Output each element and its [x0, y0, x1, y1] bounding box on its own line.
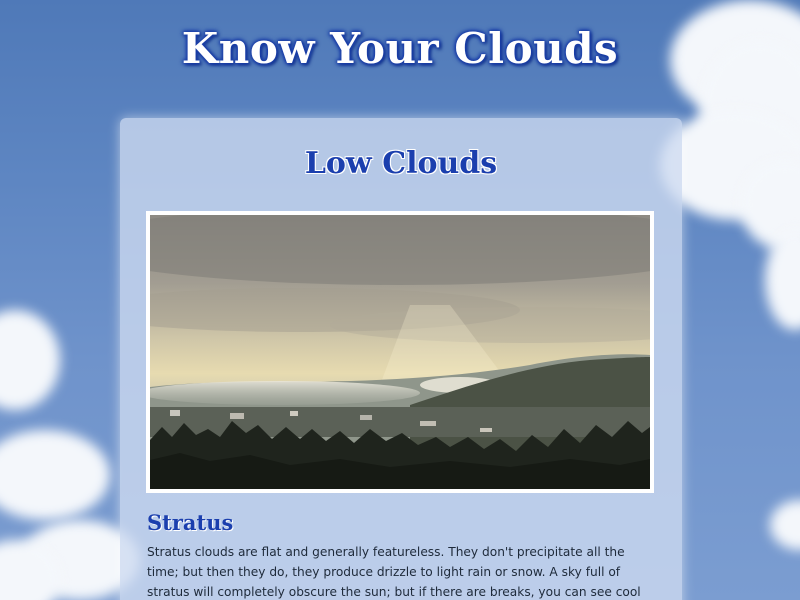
section-title: Low Clouds — [304, 146, 498, 181]
cloud-type-heading: Stratus — [147, 510, 234, 535]
cloud-type-description: Stratus clouds are flat and generally fe… — [147, 545, 641, 599]
stratus-photo — [146, 211, 654, 493]
stratus-photo-image — [150, 215, 650, 489]
content-panel: Low Clouds Stratus Stratus clouds are fl… — [120, 118, 682, 600]
site-title: Know Your Clouds — [181, 24, 619, 73]
